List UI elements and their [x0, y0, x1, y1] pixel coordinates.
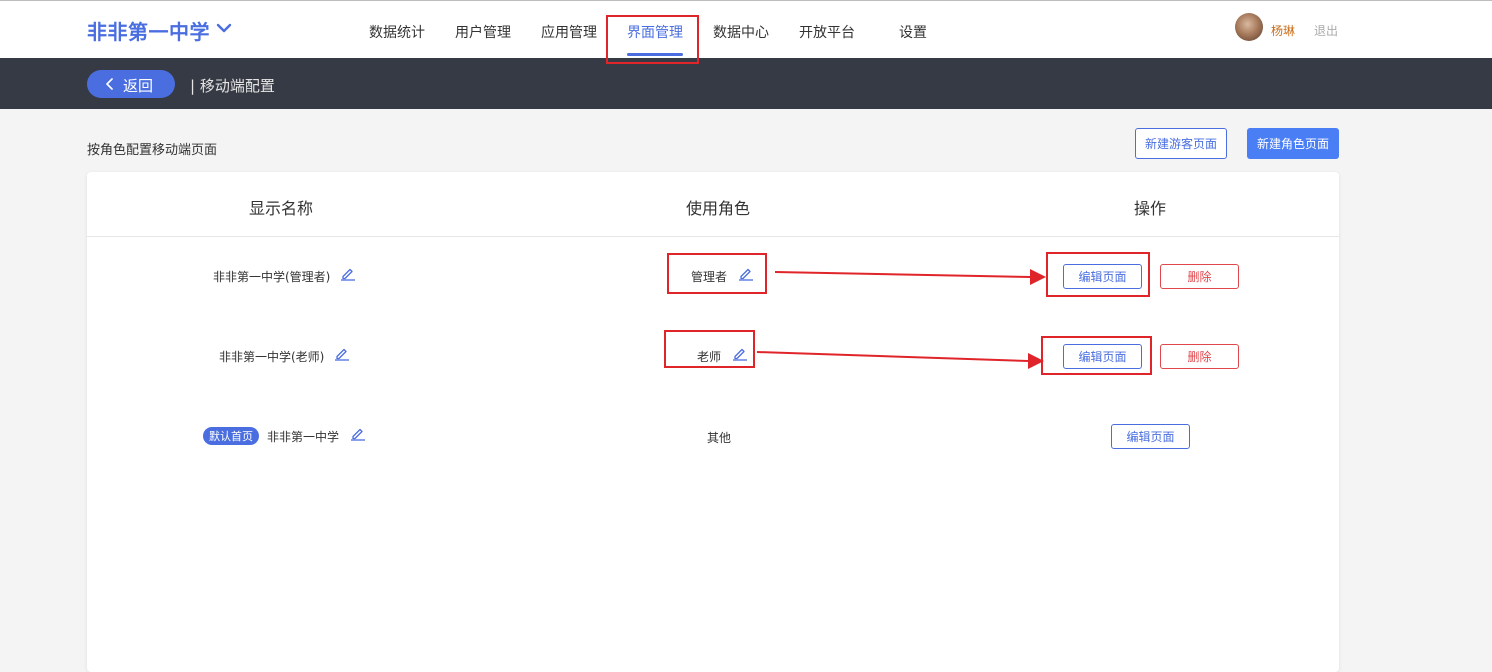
edit-name-icon[interactable] [350, 425, 366, 441]
edit-name-icon[interactable] [340, 265, 356, 281]
edit-page-button[interactable]: 编辑页面 [1111, 424, 1190, 449]
nav-item-statistics[interactable]: 数据统计 [369, 22, 425, 42]
nav-item-open-platform[interactable]: 开放平台 [799, 22, 855, 42]
column-header-role: 使用角色 [686, 199, 751, 218]
annotation-box-role-2 [664, 330, 755, 368]
row-display-name: 非非第一中学(管理者) [213, 270, 331, 284]
row-display-name: 非非第一中学 [267, 430, 340, 444]
edit-name-icon[interactable] [334, 345, 350, 361]
annotation-box-role-1 [667, 253, 767, 294]
annotation-box-nav [606, 15, 699, 64]
row-role: 其他 [707, 431, 732, 445]
logout-link[interactable]: 退出 [1314, 22, 1338, 39]
breadcrumb: | 移动端配置 [190, 77, 275, 95]
nav-item-settings[interactable]: 设置 [899, 22, 927, 42]
column-header-actions: 操作 [1134, 199, 1167, 218]
row-display-name: 非非第一中学(老师) [219, 350, 325, 364]
back-button[interactable]: 返回 [87, 70, 175, 98]
delete-button[interactable]: 删除 [1160, 264, 1239, 289]
chevron-down-icon[interactable] [216, 20, 232, 36]
chevron-left-icon [106, 78, 113, 90]
back-button-label: 返回 [123, 77, 154, 95]
username[interactable]: 杨琳 [1271, 22, 1295, 39]
nav-item-apps[interactable]: 应用管理 [541, 22, 597, 42]
header-divider [87, 236, 1339, 237]
nav-item-users[interactable]: 用户管理 [455, 22, 511, 42]
new-role-page-button[interactable]: 新建角色页面 [1247, 128, 1339, 159]
default-homepage-badge: 默认首页 [203, 427, 259, 445]
delete-button[interactable]: 删除 [1160, 344, 1239, 369]
school-selector[interactable]: 非非第一中学 [87, 16, 210, 45]
annotation-box-edit-1 [1046, 252, 1150, 297]
new-guest-page-button[interactable]: 新建游客页面 [1135, 128, 1227, 159]
annotation-box-edit-2 [1041, 336, 1152, 375]
roles-table-card [87, 172, 1339, 672]
column-header-display-name: 显示名称 [249, 199, 314, 218]
nav-item-data-center[interactable]: 数据中心 [713, 22, 769, 42]
section-title: 按角色配置移动端页面 [87, 143, 218, 158]
avatar[interactable] [1235, 13, 1263, 41]
